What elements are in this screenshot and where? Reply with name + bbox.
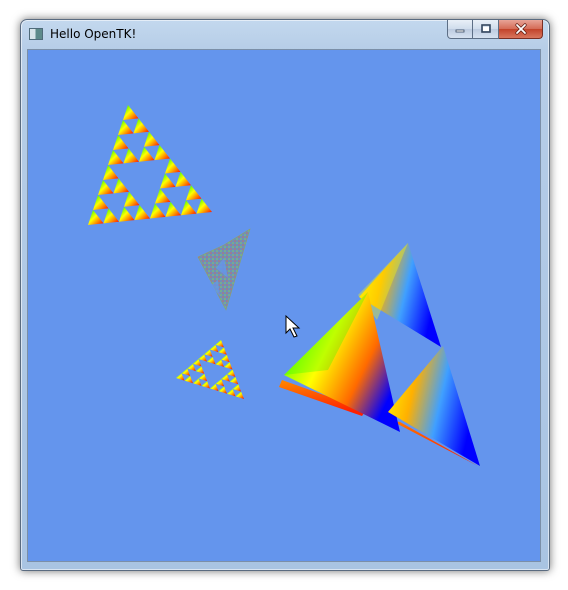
sierpinski-large-right (279, 243, 480, 466)
sierpinski-facet (176, 373, 185, 381)
sierpinski-facet (103, 208, 119, 224)
opengl-viewport[interactable] (27, 49, 541, 562)
sierpinski-facet (165, 158, 181, 174)
sierpinski-facet (221, 354, 230, 363)
sierpinski-facet (160, 173, 176, 189)
sierpinski-middle-dotted (197, 228, 251, 311)
sierpinski-facet (218, 347, 227, 355)
sierpinski-facet (229, 376, 239, 385)
sierpinski-facet (113, 178, 129, 194)
maximize-icon (480, 24, 491, 33)
maximize-button[interactable] (473, 20, 499, 39)
sierpinski-facet (108, 150, 124, 165)
sierpinski-facet (192, 359, 202, 367)
caption-buttons (447, 20, 543, 40)
sierpinski-facet (175, 171, 191, 187)
minimize-button[interactable] (447, 20, 473, 39)
mouse-pointer-icon (285, 314, 301, 338)
sierpinski-facet (133, 118, 149, 134)
sierpinski-facet (154, 145, 170, 161)
sierpinski-facet (198, 354, 207, 362)
close-icon (514, 23, 527, 35)
sierpinski-facet (139, 146, 155, 162)
sierpinski-facet (227, 389, 236, 397)
sierpinski-facet (123, 148, 139, 164)
sierpinski-facet (134, 205, 150, 221)
sierpinski-facet (187, 363, 196, 372)
sierpinski-facet (88, 210, 104, 225)
sierpinski-facet (196, 198, 212, 214)
sierpinski-upper-left (88, 105, 212, 225)
sierpinski-facet (232, 384, 242, 392)
sierpinski-facet (215, 359, 224, 367)
sierpinski-facet (150, 203, 166, 219)
sierpinski-facet (93, 195, 109, 210)
sierpinski-facet (193, 378, 202, 386)
sierpinski-facet (224, 362, 233, 370)
sierpinski-facet (210, 383, 219, 392)
sierpinski-facet (226, 369, 236, 377)
minimize-icon (455, 29, 465, 33)
sierpinski-facet (124, 191, 140, 207)
sierpinski-facet (201, 381, 210, 389)
close-button[interactable] (499, 20, 543, 39)
app-window: Hello OpenTK! (20, 19, 550, 571)
sierpinski-facet (113, 135, 129, 150)
sierpinski-facet (204, 349, 213, 357)
sierpinski-facet (155, 188, 171, 204)
scene-canvas (88, 105, 480, 466)
sierpinski-facet (221, 374, 230, 382)
sierpinski-facet (103, 165, 119, 180)
sierpinski-lower-left (176, 340, 244, 399)
sierpinski-facet (209, 344, 219, 353)
title-bar[interactable]: Hello OpenTK! (21, 20, 549, 49)
sierpinski-facet (181, 200, 197, 216)
sierpinski-facet (215, 379, 225, 387)
sierpinski-facet (184, 375, 193, 384)
sierpinski-facet (98, 180, 114, 195)
sierpinski-facet (165, 201, 181, 217)
sierpinski-facet (215, 340, 224, 348)
sierpinski-facet (195, 366, 205, 374)
sierpinski-facet (235, 391, 244, 399)
sierpinski-facet (144, 131, 160, 147)
sierpinski-facet (198, 373, 208, 382)
sierpinski-facet (218, 386, 227, 394)
sierpinski-facet (119, 206, 135, 222)
sierpinski-facet (123, 105, 139, 120)
sierpinski-facet (118, 120, 134, 135)
sierpinski-facet (181, 368, 191, 376)
sierpinski-facet (186, 185, 202, 201)
app-icon[interactable] (29, 28, 43, 40)
window-title: Hello OpenTK! (50, 27, 137, 41)
sierpinski-facet (207, 356, 216, 365)
